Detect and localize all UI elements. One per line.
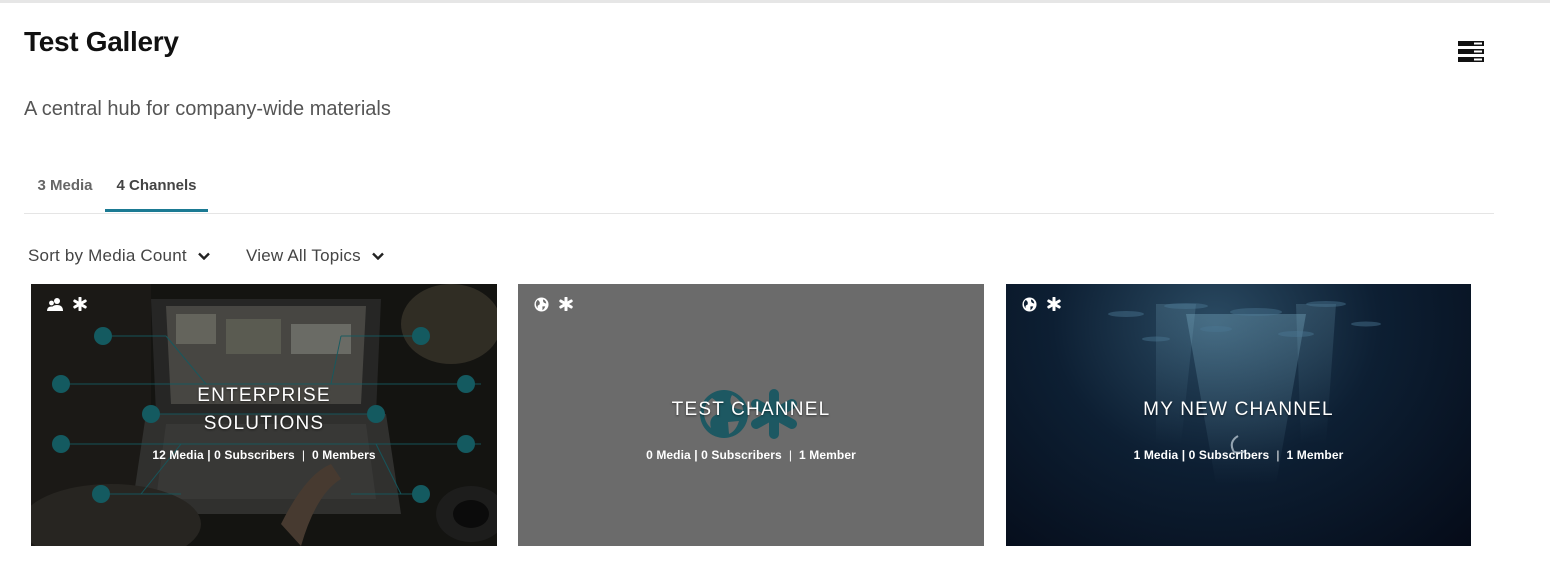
member-count: 1 Member bbox=[799, 448, 856, 462]
channel-title: ENTERPRISE SOLUTIONS bbox=[31, 382, 497, 438]
globe-icon bbox=[1022, 297, 1037, 312]
top-divider bbox=[0, 0, 1550, 3]
channel-stats: 0 Media | 0 Subscribers | 1 Member bbox=[518, 448, 984, 462]
media-count: 12 Media | bbox=[152, 448, 211, 462]
subscriber-count: 0 Subscribers bbox=[701, 448, 782, 462]
card-icons bbox=[534, 297, 579, 315]
channel-title: TEST CHANNEL bbox=[671, 399, 831, 420]
member-count: 1 Member bbox=[1286, 448, 1344, 462]
media-count: 0 Media | bbox=[646, 448, 698, 462]
asterisk-icon bbox=[559, 297, 574, 311]
page-description: A central hub for company-wide materials bbox=[24, 98, 391, 120]
media-count: 1 Media | bbox=[1133, 448, 1186, 462]
tab-channels[interactable]: 4 Channels bbox=[105, 170, 208, 212]
stats-separator: | bbox=[301, 448, 306, 462]
subscriber-count: 0 Subscribers bbox=[1188, 448, 1270, 462]
sort-dropdown[interactable]: Sort by Media Count bbox=[28, 246, 210, 266]
globe-icon bbox=[534, 297, 549, 312]
sort-dropdown-label: Sort by Media Count bbox=[28, 246, 187, 265]
chevron-down-icon bbox=[371, 252, 384, 260]
stats-separator: | bbox=[1276, 448, 1280, 462]
card-icons bbox=[1022, 297, 1067, 315]
channel-card-my-new-channel[interactable]: MY NEW CHANNEL 1 Media | 0 Subscribers | 1… bbox=[1006, 284, 1471, 546]
gallery-tabs: 3 Media 4 Channels bbox=[24, 170, 1494, 214]
users-icon bbox=[47, 298, 63, 311]
member-count: 0 Members bbox=[312, 448, 376, 462]
channel-title: MY NEW CHANNEL bbox=[1143, 399, 1334, 420]
asterisk-icon bbox=[1047, 297, 1062, 311]
channel-stats: 1 Media | 0 Subscribers | 1 Member bbox=[1006, 448, 1471, 462]
topics-dropdown[interactable]: View All Topics bbox=[246, 246, 384, 266]
stats-separator: | bbox=[788, 448, 793, 462]
list-layout-button[interactable] bbox=[1456, 40, 1486, 64]
list-layout-icon bbox=[1458, 41, 1484, 62]
topics-dropdown-label: View All Topics bbox=[246, 246, 361, 265]
channel-card-test-channel[interactable]: TEST CHANNEL 0 Media | 0 Subscribers | 1 M… bbox=[518, 284, 984, 546]
channel-title-line-1: ENTERPRISE bbox=[197, 385, 331, 406]
subscriber-count: 0 Subscribers bbox=[214, 448, 295, 462]
chevron-down-icon bbox=[197, 252, 210, 260]
card-icons bbox=[47, 297, 93, 315]
page-title: Test Gallery bbox=[24, 26, 179, 57]
tab-media[interactable]: 3 Media bbox=[24, 170, 106, 212]
channel-card-enterprise-solutions[interactable]: ENTERPRISE SOLUTIONS 12 Media | 0 Subscr… bbox=[31, 284, 497, 546]
channel-stats: 12 Media | 0 Subscribers | 0 Members bbox=[31, 448, 497, 462]
channel-title-line-2: SOLUTIONS bbox=[203, 413, 325, 434]
asterisk-icon bbox=[73, 297, 88, 311]
